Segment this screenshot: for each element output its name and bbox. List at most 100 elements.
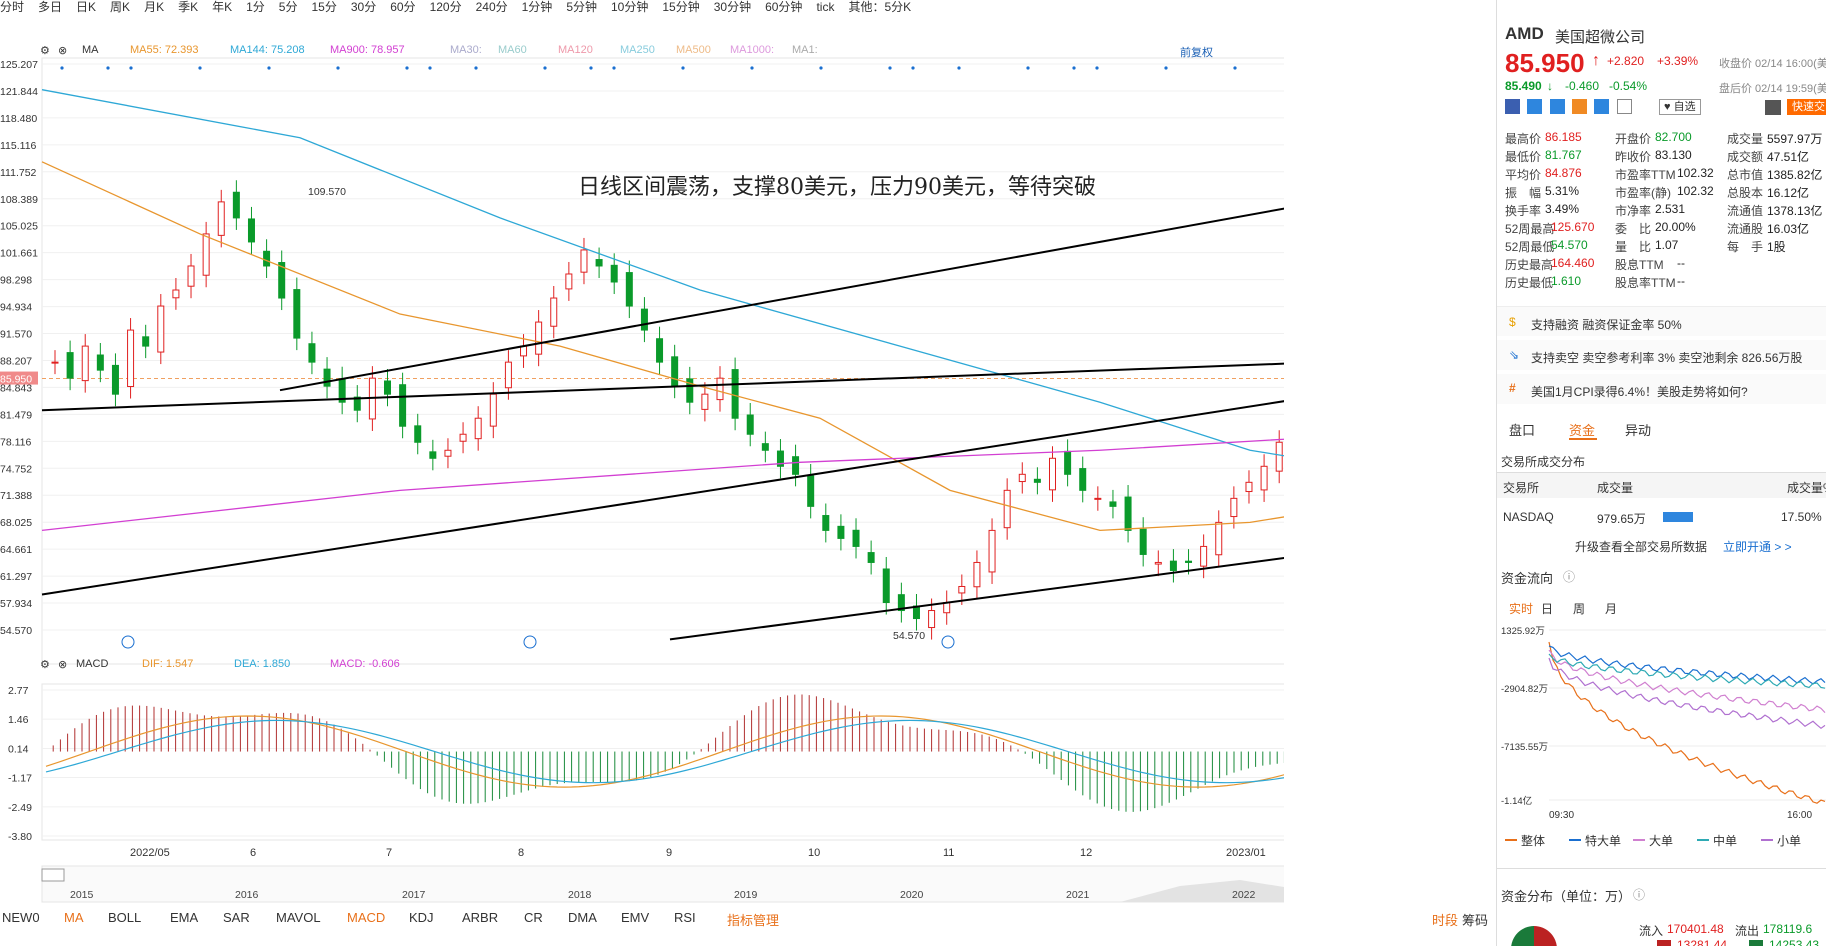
period-tab[interactable]: 日K: [76, 1, 96, 13]
event-marker-icon: [121, 635, 135, 649]
left-axis-label: 98.298: [0, 275, 32, 287]
period-tab[interactable]: 60分钟: [765, 1, 802, 13]
flow-tab-1[interactable]: 日: [1541, 600, 1553, 617]
period-tab[interactable]: 年K: [212, 1, 232, 13]
chart-icon[interactable]: [1527, 99, 1543, 114]
notice-financing[interactable]: $ 支持融资 融资保证金率 50%: [1497, 306, 1826, 336]
macd-close-icon[interactable]: ⊗: [58, 658, 67, 671]
close-icon[interactable]: ⊗: [58, 44, 67, 57]
flow-title: 资金流向: [1501, 571, 1554, 586]
upgrade-link[interactable]: 立即开通 > >: [1723, 538, 1792, 555]
adjust-button[interactable]: 前复权: [1180, 44, 1213, 60]
indicator-tab-11[interactable]: EMV: [621, 910, 649, 925]
period-tab[interactable]: 30分: [351, 1, 376, 13]
left-axis-label: 81.479: [0, 409, 32, 421]
flow-tab-3[interactable]: 月: [1605, 600, 1617, 617]
period-tab[interactable]: 5分: [279, 1, 298, 13]
flow-axis-label: -7135.55万: [1501, 742, 1548, 753]
quote-panel: AMD 美国超微公司 85.950 ↑ +2.820 +3.39% 收盘价 02…: [1496, 0, 1826, 946]
quote-label: 振 幅: [1505, 186, 1542, 200]
indicator-tab-4[interactable]: SAR: [223, 910, 250, 925]
indicator-tab-1[interactable]: MA: [64, 910, 84, 925]
candle-body: [399, 384, 407, 427]
indicator-tab-8[interactable]: ARBR: [462, 910, 498, 925]
ma-label[interactable]: MA: [82, 44, 99, 56]
dist-info-icon[interactable]: ⓘ: [1633, 886, 1645, 903]
quote-label: 市净率: [1615, 204, 1652, 218]
candle-body: [731, 369, 739, 419]
indicator-tab-3[interactable]: EMA: [170, 910, 198, 925]
indicator-tab-2[interactable]: BOLL: [108, 910, 141, 925]
macd-name[interactable]: MACD: [76, 658, 108, 670]
period-tab[interactable]: 60分: [390, 1, 415, 13]
period-tab[interactable]: 120分: [430, 1, 462, 13]
dif-label: DIF: 1.547: [142, 658, 194, 670]
rss-icon[interactable]: [1572, 99, 1588, 114]
quote-table: 最高价 86.185 开盘价 82.700 成交量 5597.97万 最低价 81.767 昨收…: [1505, 130, 1826, 296]
candle-body: [308, 343, 316, 363]
period-tab[interactable]: 1分: [246, 1, 265, 13]
notice-short[interactable]: ⇘ 支持卖空 卖空参考利率 3% 卖空池剩余 826.56万股: [1497, 340, 1826, 370]
bottom-right-tab-1[interactable]: 筹码: [1462, 910, 1488, 929]
period-tab[interactable]: 15分: [311, 1, 336, 13]
period-tab[interactable]: 分时: [0, 1, 24, 13]
flow-tab-0[interactable]: 实时: [1509, 600, 1533, 617]
period-tab[interactable]: 周K: [110, 1, 130, 13]
period-tab[interactable]: 10分钟: [611, 1, 648, 13]
exchange-pct: 17.50%: [1781, 510, 1822, 524]
candle-body: [1200, 545, 1208, 567]
candle-body: [1230, 497, 1238, 518]
indicator-tab-12[interactable]: RSI: [674, 910, 696, 925]
indicator-tab-10[interactable]: DMA: [568, 910, 597, 925]
settings-icon[interactable]: ⚙: [40, 44, 50, 57]
tab-underline: [1569, 438, 1597, 440]
period-tab[interactable]: 240分: [476, 1, 508, 13]
tab-pankou[interactable]: 盘口: [1509, 420, 1535, 439]
period-tab[interactable]: 5分钟: [566, 1, 597, 13]
period-tab[interactable]: 多日: [38, 1, 62, 13]
info-icon[interactable]: ⓘ: [1563, 568, 1575, 585]
tab-zijin[interactable]: 资金: [1569, 420, 1595, 439]
month-label: 12: [1080, 847, 1092, 859]
quick-trade-button[interactable]: 快速交: [1787, 99, 1826, 115]
indicator-tab-9[interactable]: CR: [524, 910, 543, 925]
flag-icon[interactable]: [1505, 99, 1520, 114]
period-tab[interactable]: 其他：5分K: [848, 1, 911, 13]
indicator-tab-13[interactable]: 指标管理: [727, 910, 779, 929]
flow-tab-2[interactable]: 周: [1573, 600, 1585, 617]
flow-chart: 1325.92万 -2904.82万 -7135.55万 -1.14亿 09:30 16:…: [1501, 626, 1826, 821]
note-icon[interactable]: [1616, 99, 1632, 114]
quote-label: 股息率TTM: [1615, 276, 1676, 290]
indicator-tab-6[interactable]: MACD: [347, 910, 385, 925]
period-tab[interactable]: 季K: [178, 1, 198, 13]
hashtag-icon: #: [1509, 381, 1516, 395]
candle-body: [761, 443, 769, 451]
candle-body: [1260, 465, 1268, 491]
indicator-tab-0[interactable]: NEW0: [2, 910, 40, 925]
period-tab[interactable]: tick: [816, 1, 834, 13]
indicator-tab-5[interactable]: MAVOL: [276, 910, 321, 925]
tab-yidong[interactable]: 异动: [1625, 420, 1651, 439]
period-tab[interactable]: 15分钟: [662, 1, 699, 13]
ma55-label: MA55: 72.393: [130, 44, 199, 56]
watchlist-button[interactable]: ♥ 自选: [1659, 99, 1701, 115]
bell-icon[interactable]: [1765, 100, 1781, 115]
tag-icon[interactable]: [1594, 99, 1610, 114]
candle-body: [1275, 441, 1283, 472]
period-tab[interactable]: 30分钟: [714, 1, 751, 13]
macd-settings-icon[interactable]: ⚙: [40, 658, 50, 671]
kline-chart[interactable]: 125.207 121.844 118.480 115.116 111.752 108.3…: [0, 14, 1284, 914]
marker-dot: [681, 66, 685, 70]
period-tab[interactable]: 1分钟: [522, 1, 553, 13]
year-label: 2016: [235, 889, 259, 901]
quote-value: 164.460: [1551, 256, 1595, 270]
candle-body: [943, 602, 951, 614]
indicator-tab-7[interactable]: KDJ: [409, 910, 434, 925]
notice-news[interactable]: # 美国1月CPI录得6.4%！美股走势将如何?: [1497, 374, 1826, 404]
period-tab[interactable]: 月K: [144, 1, 164, 13]
quote-value: 2.531: [1655, 202, 1686, 216]
dollar-icon[interactable]: [1549, 99, 1565, 114]
left-axis-label: 74.752: [0, 463, 32, 475]
marker-dot: [612, 66, 616, 70]
bottom-right-tab-0[interactable]: 时段: [1432, 910, 1458, 929]
